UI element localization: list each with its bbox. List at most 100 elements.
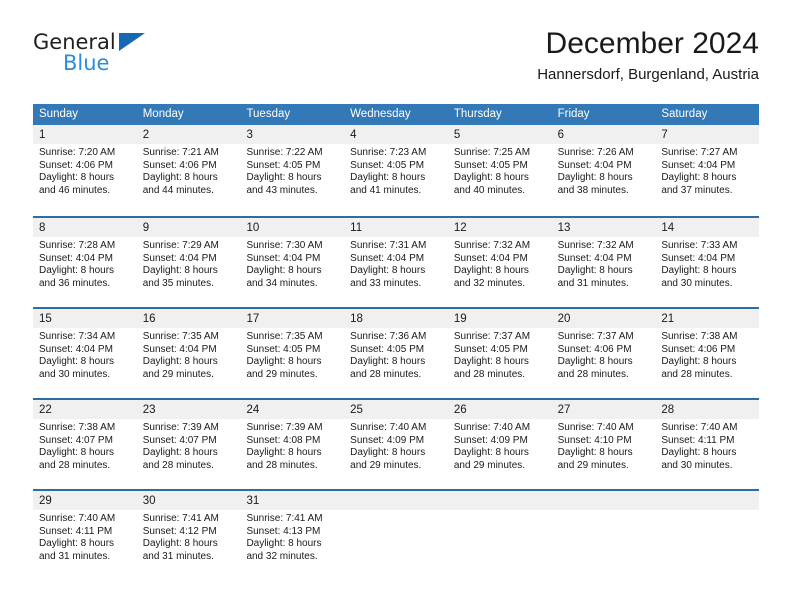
day-number: 26	[453, 404, 467, 416]
sunrise-text: Sunrise: 7:38 AM	[661, 331, 738, 342]
day-cell[interactable]: 10 Sunrise: 7:30 AM Sunset: 4:04 PM Dayl…	[240, 218, 345, 299]
day-details: Sunrise: 7:25 AM Sunset: 4:05 PM Dayligh…	[448, 144, 552, 197]
day-cell[interactable]: 14 Sunrise: 7:33 AM Sunset: 4:04 PM Dayl…	[655, 218, 760, 299]
daylight-text-line2: and 28 minutes.	[557, 368, 629, 380]
sunset-text: Sunset: 4:09 PM	[453, 434, 528, 446]
sunrise-text: Sunrise: 7:36 AM	[350, 331, 427, 342]
day-number: 5	[453, 129, 461, 141]
week-row: 1 Sunrise: 7:20 AM Sunset: 4:06 PM Dayli…	[33, 125, 760, 208]
day-details: Sunrise: 7:26 AM Sunset: 4:04 PM Dayligh…	[552, 144, 656, 197]
day-cell[interactable]: 25 Sunrise: 7:40 AM Sunset: 4:09 PM Dayl…	[344, 400, 448, 481]
day-cell[interactable]: 2 Sunrise: 7:21 AM Sunset: 4:06 PM Dayli…	[136, 125, 241, 208]
daylight-text-line1: Daylight: 8 hours	[246, 356, 322, 368]
day-number-band: 10	[240, 218, 345, 237]
day-cell[interactable]: 17 Sunrise: 7:35 AM Sunset: 4:05 PM Dayl…	[240, 309, 345, 390]
day-details: Sunrise: 7:28 AM Sunset: 4:04 PM Dayligh…	[33, 237, 137, 290]
daylight-text-line1: Daylight: 8 hours	[246, 172, 322, 184]
day-cell[interactable]: 30 Sunrise: 7:41 AM Sunset: 4:12 PM Dayl…	[136, 491, 241, 572]
day-cell[interactable]: 24 Sunrise: 7:39 AM Sunset: 4:08 PM Dayl…	[240, 400, 345, 481]
day-cell-empty	[655, 491, 760, 572]
generalblue-logo[interactable]: General Blue	[33, 30, 173, 86]
day-details: Sunrise: 7:38 AM Sunset: 4:06 PM Dayligh…	[655, 328, 759, 381]
day-cell[interactable]: 22 Sunrise: 7:38 AM Sunset: 4:07 PM Dayl…	[33, 400, 137, 481]
sunset-text: Sunset: 4:05 PM	[453, 159, 528, 171]
daylight-text-line1: Daylight: 8 hours	[246, 447, 322, 459]
daylight-text-line2: and 36 minutes.	[39, 277, 111, 289]
day-number-band: 27	[551, 400, 656, 419]
day-details: Sunrise: 7:40 AM Sunset: 4:11 PM Dayligh…	[655, 419, 759, 472]
day-number-band: 4	[344, 125, 448, 144]
sunrise-text: Sunrise: 7:31 AM	[350, 240, 427, 251]
week-row: 22 Sunrise: 7:38 AM Sunset: 4:07 PM Dayl…	[33, 398, 760, 481]
sunrise-text: Sunrise: 7:27 AM	[661, 147, 738, 158]
day-cell[interactable]: 29 Sunrise: 7:40 AM Sunset: 4:11 PM Dayl…	[33, 491, 137, 572]
day-number: 8	[39, 222, 46, 234]
day-details: Sunrise: 7:30 AM Sunset: 4:04 PM Dayligh…	[240, 237, 344, 290]
day-details: Sunrise: 7:23 AM Sunset: 4:05 PM Dayligh…	[344, 144, 448, 197]
day-number: 11	[350, 222, 363, 234]
sunset-text: Sunset: 4:05 PM	[246, 159, 321, 171]
day-number-band: 17	[240, 309, 345, 328]
day-number: 14	[661, 222, 675, 234]
day-cell[interactable]: 27 Sunrise: 7:40 AM Sunset: 4:10 PM Dayl…	[551, 400, 656, 481]
weekday-header-saturday: Saturday	[661, 108, 708, 120]
day-cell[interactable]: 13 Sunrise: 7:32 AM Sunset: 4:04 PM Dayl…	[551, 218, 656, 299]
daylight-text-line2: and 31 minutes.	[557, 277, 629, 289]
day-cell[interactable]: 20 Sunrise: 7:37 AM Sunset: 4:06 PM Dayl…	[551, 309, 656, 390]
day-cell[interactable]: 28 Sunrise: 7:40 AM Sunset: 4:11 PM Dayl…	[655, 400, 760, 481]
day-cell[interactable]: 3 Sunrise: 7:22 AM Sunset: 4:05 PM Dayli…	[240, 125, 345, 208]
day-cell[interactable]: 18 Sunrise: 7:36 AM Sunset: 4:05 PM Dayl…	[344, 309, 448, 390]
weekday-header-friday: Friday	[557, 108, 590, 120]
day-cell[interactable]: 7 Sunrise: 7:27 AM Sunset: 4:04 PM Dayli…	[655, 125, 760, 208]
day-cell[interactable]: 1 Sunrise: 7:20 AM Sunset: 4:06 PM Dayli…	[33, 125, 137, 208]
day-details: Sunrise: 7:32 AM Sunset: 4:04 PM Dayligh…	[448, 237, 552, 290]
day-cell[interactable]: 9 Sunrise: 7:29 AM Sunset: 4:04 PM Dayli…	[136, 218, 241, 299]
weekday-header-thursday: Thursday	[453, 108, 502, 120]
day-number: 16	[142, 313, 156, 325]
day-details: Sunrise: 7:29 AM Sunset: 4:04 PM Dayligh…	[137, 237, 241, 290]
day-number: 18	[350, 313, 363, 325]
daylight-text-line1: Daylight: 8 hours	[142, 172, 218, 184]
day-number-band: 26	[447, 400, 552, 419]
day-cell[interactable]: 6 Sunrise: 7:26 AM Sunset: 4:04 PM Dayli…	[551, 125, 656, 208]
day-cell[interactable]: 15 Sunrise: 7:34 AM Sunset: 4:04 PM Dayl…	[33, 309, 137, 390]
day-number: 9	[142, 222, 150, 234]
day-cell[interactable]: 16 Sunrise: 7:35 AM Sunset: 4:04 PM Dayl…	[136, 309, 241, 390]
daylight-text-line2: and 43 minutes.	[246, 184, 318, 196]
day-number: 7	[661, 129, 668, 141]
day-cell[interactable]: 26 Sunrise: 7:40 AM Sunset: 4:09 PM Dayl…	[447, 400, 552, 481]
day-number-band: 2	[136, 125, 241, 144]
daylight-text-line2: and 44 minutes.	[142, 184, 214, 196]
day-number-band: 24	[240, 400, 345, 419]
sunrise-text: Sunrise: 7:32 AM	[453, 240, 531, 251]
day-number-band	[447, 491, 552, 510]
day-cell[interactable]: 23 Sunrise: 7:39 AM Sunset: 4:07 PM Dayl…	[136, 400, 241, 481]
day-number: 2	[142, 129, 150, 141]
day-cell[interactable]: 11 Sunrise: 7:31 AM Sunset: 4:04 PM Dayl…	[344, 218, 448, 299]
day-details: Sunrise: 7:40 AM Sunset: 4:09 PM Dayligh…	[448, 419, 552, 472]
day-cell[interactable]: 8 Sunrise: 7:28 AM Sunset: 4:04 PM Dayli…	[33, 218, 137, 299]
day-number-band	[655, 491, 760, 510]
sunrise-text: Sunrise: 7:22 AM	[246, 147, 323, 158]
daylight-text-line1: Daylight: 8 hours	[142, 356, 218, 368]
daylight-text-line2: and 28 minutes.	[39, 459, 111, 471]
day-details: Sunrise: 7:41 AM Sunset: 4:13 PM Dayligh…	[240, 510, 344, 563]
daylight-text-line2: and 35 minutes.	[142, 277, 214, 289]
day-cell[interactable]: 4 Sunrise: 7:23 AM Sunset: 4:05 PM Dayli…	[344, 125, 448, 208]
day-number-band: 11	[344, 218, 448, 237]
week-row: 15 Sunrise: 7:34 AM Sunset: 4:04 PM Dayl…	[33, 307, 760, 390]
day-cell[interactable]: 21 Sunrise: 7:38 AM Sunset: 4:06 PM Dayl…	[655, 309, 760, 390]
day-number-band: 13	[551, 218, 656, 237]
daylight-text-line2: and 30 minutes.	[661, 459, 733, 471]
sunrise-text: Sunrise: 7:39 AM	[246, 422, 323, 433]
day-details: Sunrise: 7:20 AM Sunset: 4:06 PM Dayligh…	[33, 144, 137, 197]
day-cell[interactable]: 5 Sunrise: 7:25 AM Sunset: 4:05 PM Dayli…	[447, 125, 552, 208]
day-cell[interactable]: 12 Sunrise: 7:32 AM Sunset: 4:04 PM Dayl…	[447, 218, 552, 299]
day-cell[interactable]: 19 Sunrise: 7:37 AM Sunset: 4:05 PM Dayl…	[447, 309, 552, 390]
sunset-text: Sunset: 4:05 PM	[350, 159, 425, 171]
sunrise-text: Sunrise: 7:40 AM	[350, 422, 427, 433]
day-number: 17	[246, 313, 260, 325]
daylight-text-line1: Daylight: 8 hours	[557, 172, 633, 184]
day-cell[interactable]: 31 Sunrise: 7:41 AM Sunset: 4:13 PM Dayl…	[240, 491, 345, 572]
day-details: Sunrise: 7:40 AM Sunset: 4:10 PM Dayligh…	[552, 419, 656, 472]
